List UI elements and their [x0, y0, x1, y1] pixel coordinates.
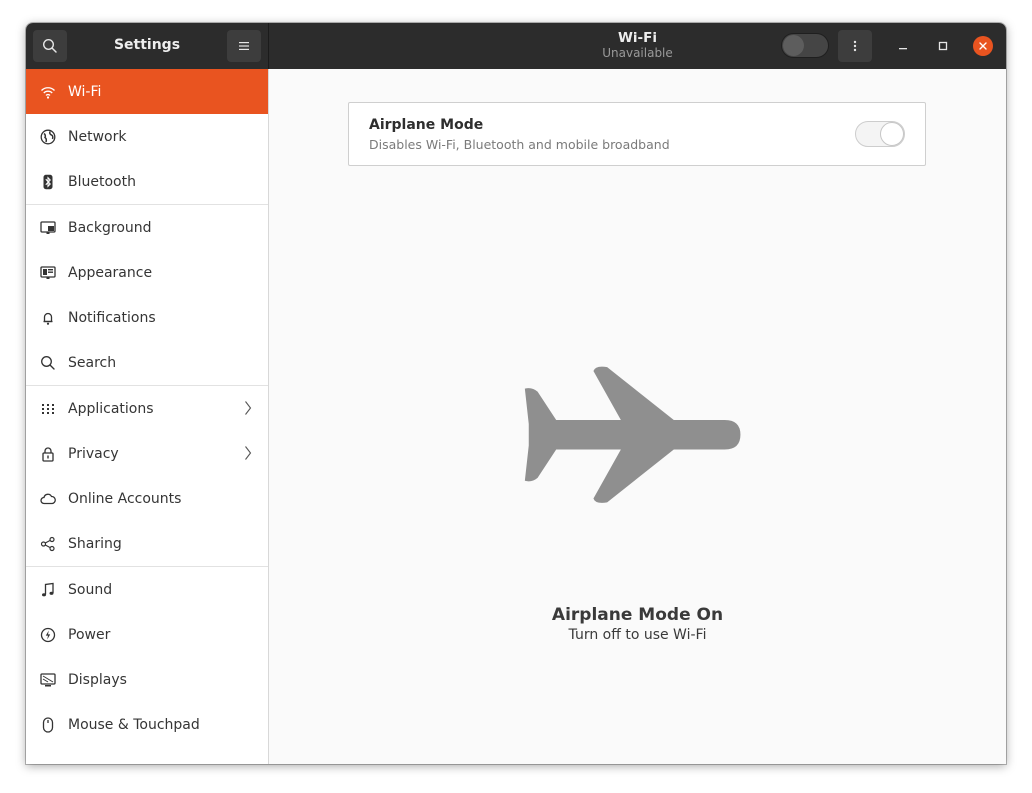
sidebar-header: Settings	[26, 23, 269, 69]
wifi-toggle-knob	[783, 35, 804, 56]
sidebar-item-bluetooth[interactable]: Bluetooth	[26, 159, 268, 204]
wifi-panel: Airplane Mode Disables Wi-Fi, Bluetooth …	[269, 69, 1006, 764]
cloud-icon	[40, 491, 56, 507]
vertical-ellipsis-icon	[853, 40, 857, 52]
sidebar-item-label: Appearance	[68, 264, 153, 281]
settings-window: Settings Wi-Fi Unavailable Wi-Fi Network…	[26, 23, 1006, 764]
status-subtitle: Turn off to use Wi-Fi	[568, 627, 707, 643]
network-icon	[40, 129, 56, 145]
sidebar-item-label: Wi-Fi	[68, 83, 102, 100]
display-icon	[40, 672, 56, 688]
search-icon	[40, 355, 56, 371]
airplane-mode-switch[interactable]	[855, 121, 905, 147]
sidebar-item-label: Bluetooth	[68, 173, 136, 190]
wifi-options-button[interactable]	[838, 30, 872, 62]
sidebar-item-search[interactable]: Search	[26, 340, 268, 385]
sidebar-item-power[interactable]: Power	[26, 612, 268, 657]
menu-button[interactable]	[227, 30, 261, 62]
sidebar-item-wifi[interactable]: Wi-Fi	[26, 69, 268, 114]
hamburger-icon	[239, 42, 249, 50]
sidebar-item-sharing[interactable]: Sharing	[26, 521, 268, 566]
sidebar-item-label: Sound	[68, 581, 113, 598]
background-icon	[40, 220, 56, 236]
close-button[interactable]	[973, 36, 993, 56]
minimize-button[interactable]	[893, 36, 913, 56]
chevron-right-icon	[245, 401, 252, 415]
sidebar-item-notifications[interactable]: Notifications	[26, 295, 268, 340]
music-note-icon	[40, 582, 56, 598]
sidebar-item-label: Privacy	[68, 445, 119, 462]
sidebar-item-online-accounts[interactable]: Online Accounts	[26, 476, 268, 521]
sidebar-item-network[interactable]: Network	[26, 114, 268, 159]
sidebar-item-appearance[interactable]: Appearance	[26, 250, 268, 295]
chevron-right-icon	[245, 446, 252, 460]
maximize-button[interactable]	[933, 36, 953, 56]
airplane-mode-switch-knob	[880, 122, 904, 146]
minimize-icon	[899, 48, 907, 50]
maximize-icon	[938, 41, 948, 51]
grid-icon	[40, 401, 56, 417]
sidebar-item-label: Search	[68, 354, 117, 371]
airplane-icon	[524, 366, 741, 503]
sidebar-item-label: Sharing	[68, 535, 122, 552]
header-bar: Settings Wi-Fi Unavailable	[26, 23, 1006, 69]
sidebar-item-label: Online Accounts	[68, 490, 182, 507]
wifi-toggle[interactable]	[781, 33, 829, 58]
bluetooth-icon	[40, 174, 56, 190]
appearance-icon	[40, 265, 56, 281]
bell-icon	[40, 310, 56, 326]
sidebar-item-label: Network	[68, 128, 127, 145]
sidebar-item-label: Displays	[68, 671, 127, 688]
sidebar: Wi-Fi Network Bluetooth Background Appea…	[26, 69, 269, 764]
status-title: Airplane Mode On	[551, 605, 724, 625]
airplane-mode-row[interactable]: Airplane Mode Disables Wi-Fi, Bluetooth …	[348, 102, 926, 166]
close-icon	[979, 42, 987, 50]
sidebar-item-sound[interactable]: Sound	[26, 567, 268, 612]
sidebar-item-privacy[interactable]: Privacy	[26, 431, 268, 476]
wifi-icon	[40, 84, 56, 100]
lock-icon	[40, 446, 56, 462]
sidebar-item-label: Power	[68, 626, 111, 643]
airplane-mode-description: Disables Wi-Fi, Bluetooth and mobile bro…	[369, 137, 670, 152]
share-icon	[40, 536, 56, 552]
airplane-mode-title: Airplane Mode	[369, 117, 484, 133]
sidebar-item-displays[interactable]: Displays	[26, 657, 268, 702]
sidebar-item-label: Mouse & Touchpad	[68, 716, 200, 733]
power-icon	[40, 627, 56, 643]
sidebar-item-background[interactable]: Background	[26, 205, 268, 250]
sidebar-item-label: Applications	[68, 400, 154, 417]
mouse-icon	[40, 716, 56, 733]
sidebar-item-label: Notifications	[68, 309, 156, 326]
sidebar-item-mouse-touchpad[interactable]: Mouse & Touchpad	[26, 702, 268, 747]
sidebar-item-label: Background	[68, 219, 152, 236]
sidebar-item-applications[interactable]: Applications	[26, 386, 268, 431]
